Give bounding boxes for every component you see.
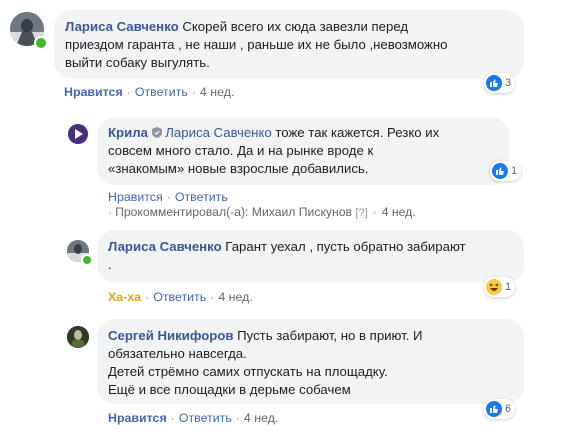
comment-author[interactable]: Крила bbox=[108, 125, 148, 140]
comment-meta: · Прокомментировал(-а): Михаил Пискунов [… bbox=[108, 205, 416, 219]
comment-author[interactable]: Лариса Савченко bbox=[108, 239, 222, 254]
separator: · bbox=[191, 85, 196, 99]
comment-bubble: Крила Лариса Савченко тоже так кажется. … bbox=[97, 117, 509, 185]
avatar[interactable] bbox=[68, 124, 88, 144]
reaction-count: 3 bbox=[505, 77, 512, 89]
reply-button[interactable]: Ответить bbox=[153, 290, 206, 304]
avatar[interactable] bbox=[67, 326, 89, 348]
separator: · bbox=[210, 290, 215, 304]
like-button[interactable]: Нравится bbox=[108, 411, 167, 425]
comment-actions: Нравится · Ответить · 4 нед. bbox=[108, 411, 278, 425]
help-link[interactable]: [?] bbox=[355, 207, 367, 219]
separator: · bbox=[108, 205, 113, 219]
comment-actions: Нравится · Ответить bbox=[108, 190, 228, 204]
reaction-summary[interactable]: 3 bbox=[484, 73, 516, 93]
reply-button[interactable]: Ответить bbox=[179, 411, 232, 425]
online-indicator bbox=[81, 254, 93, 266]
reply-button[interactable]: Ответить bbox=[175, 190, 228, 204]
comment-text: тоже так кажется. Резко их bbox=[271, 125, 440, 140]
reaction-summary[interactable]: 6 bbox=[484, 399, 516, 419]
online-indicator bbox=[34, 36, 48, 50]
like-icon bbox=[486, 75, 502, 91]
page-badge-icon bbox=[151, 125, 162, 138]
comment-bubble: Лариса Савченко Гарант уехал , пусть обр… bbox=[97, 230, 524, 283]
reaction-count: 1 bbox=[511, 165, 518, 177]
separator: · bbox=[145, 290, 150, 304]
reaction-summary[interactable]: 1 bbox=[484, 277, 516, 297]
reaction-count: 6 bbox=[505, 403, 512, 415]
like-button[interactable]: Нравится bbox=[108, 190, 163, 204]
separator: · bbox=[235, 411, 240, 425]
comment-actions: Нравится · Ответить · 4 нед. bbox=[64, 85, 234, 99]
comment-timestamp[interactable]: 4 нед. bbox=[218, 290, 252, 304]
haha-icon bbox=[486, 279, 502, 295]
comment-timestamp[interactable]: 4 нед. bbox=[382, 205, 416, 219]
comment-actions: Ха-ха · Ответить · 4 нед. bbox=[108, 290, 253, 304]
separator: · bbox=[126, 85, 131, 99]
reply-button[interactable]: Ответить bbox=[135, 85, 188, 99]
reaction-summary[interactable]: 1 bbox=[490, 161, 522, 181]
mention-link[interactable]: Лариса Савченко bbox=[165, 125, 271, 140]
avatar-photo-icon bbox=[67, 326, 89, 348]
like-icon bbox=[492, 163, 508, 179]
comment-timestamp[interactable]: 4 нед. bbox=[200, 85, 234, 99]
page-logo-icon bbox=[68, 124, 88, 144]
reaction-count: 1 bbox=[505, 281, 512, 293]
comment-author[interactable]: Лариса Савченко bbox=[65, 19, 179, 34]
comment-bubble: Лариса Савченко Скорей всего их сюда зав… bbox=[54, 10, 524, 79]
comment-timestamp[interactable]: 4 нед. bbox=[244, 411, 278, 425]
like-icon bbox=[486, 401, 502, 417]
comment-author[interactable]: Сергей Никифоров bbox=[108, 328, 234, 343]
haha-button[interactable]: Ха-ха bbox=[108, 290, 141, 304]
separator: · bbox=[166, 190, 171, 204]
commented-by: Прокомментировал(-а): Михаил Пискунов bbox=[115, 205, 352, 219]
comment-bubble: Сергей Никифоров Пусть забирают, но в пр… bbox=[97, 319, 524, 404]
separator: · bbox=[170, 411, 175, 425]
separator: · bbox=[372, 205, 377, 219]
like-button[interactable]: Нравится bbox=[64, 85, 123, 99]
comment-text: совсем много стало. Да и на рынке вроде … bbox=[108, 143, 374, 176]
